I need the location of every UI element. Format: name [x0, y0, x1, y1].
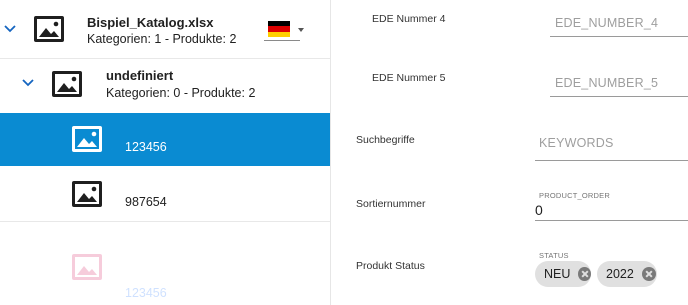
- product-status-label: Produkt Status: [356, 260, 425, 272]
- chip-label: NEU: [544, 267, 571, 281]
- image-icon: [34, 16, 64, 42]
- status-chip-2022[interactable]: 2022: [597, 261, 657, 287]
- drag-preview-code: 123456: [125, 286, 167, 300]
- status-floating-label: STATUS: [539, 251, 569, 260]
- sort-number-value: 0: [535, 202, 543, 218]
- drag-preview: 123456: [0, 244, 330, 302]
- chip-remove-icon[interactable]: [578, 267, 591, 281]
- status-chip-neu[interactable]: NEU: [535, 261, 591, 287]
- keywords-label: Suchbegriffe: [356, 134, 415, 146]
- sort-number-label: Sortiernummer: [356, 198, 426, 210]
- language-flag-icon[interactable]: [268, 21, 290, 37]
- tree-row-product-selected[interactable]: 123456: [0, 113, 330, 166]
- tree-row-category[interactable]: undefiniert Kategorien: 0 - Produkte: 2: [0, 59, 330, 113]
- image-icon: [52, 71, 82, 97]
- chevron-down-icon[interactable]: [21, 78, 35, 88]
- ede-number-5-label: EDE Nummer 5: [372, 72, 446, 84]
- image-icon: [72, 126, 102, 152]
- ede-number-4-field[interactable]: EDE_NUMBER_4: [550, 8, 688, 37]
- sort-number-field[interactable]: PRODUCT_ORDER 0: [535, 188, 688, 221]
- product-form: EDE Nummer 4 EDE_NUMBER_4 EDE Nummer 5 E…: [331, 0, 688, 305]
- product-code: 123456: [125, 140, 167, 154]
- category-name: undefiniert: [106, 68, 174, 83]
- image-icon: [72, 181, 102, 207]
- chip-remove-icon[interactable]: [641, 267, 656, 281]
- category-meta: Kategorien: 0 - Produkte: 2: [106, 86, 256, 100]
- caret-down-icon[interactable]: [298, 28, 304, 32]
- catalog-meta: Kategorien: 1 - Produkte: 2: [87, 32, 237, 46]
- chip-label: 2022: [606, 267, 634, 281]
- tree-row-product[interactable]: 987654: [0, 166, 330, 221]
- ede-number-4-placeholder: EDE_NUMBER_4: [555, 16, 659, 30]
- sort-number-floating-label: PRODUCT_ORDER: [539, 191, 610, 200]
- ede-number-5-field[interactable]: EDE_NUMBER_5: [550, 67, 688, 97]
- keywords-placeholder: KEYWORDS: [539, 136, 614, 150]
- ede-number-5-placeholder: EDE_NUMBER_5: [555, 76, 659, 90]
- image-icon: [72, 254, 102, 280]
- chevron-down-icon[interactable]: [3, 24, 17, 34]
- ede-number-4-label: EDE Nummer 4: [372, 13, 446, 25]
- catalog-name: Bispiel_Katalog.xlsx: [87, 15, 214, 30]
- keywords-field[interactable]: KEYWORDS: [535, 128, 688, 161]
- tree-row-catalog[interactable]: Bispiel_Katalog.xlsx Kategorien: 1 - Pro…: [0, 0, 330, 58]
- catalog-tree: Bispiel_Katalog.xlsx Kategorien: 1 - Pro…: [0, 0, 331, 305]
- language-select-underline: [264, 40, 300, 41]
- product-code: 987654: [125, 195, 167, 209]
- divider: [0, 221, 330, 222]
